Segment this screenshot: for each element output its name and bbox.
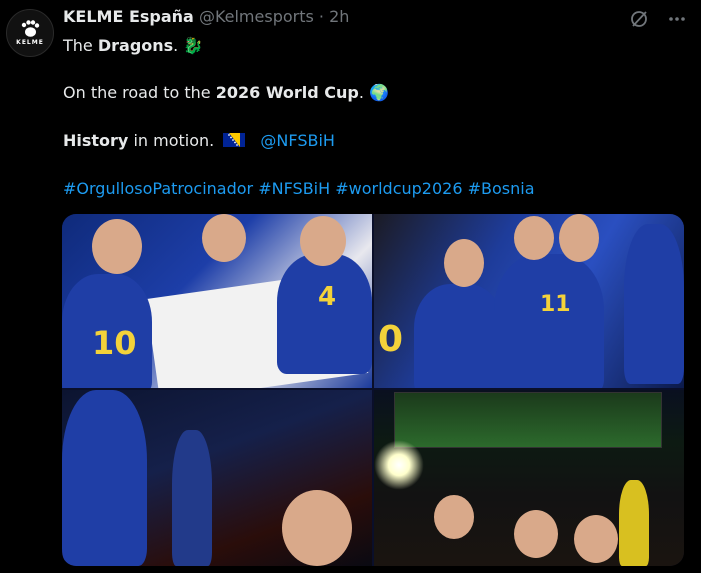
bosnia-flag-icon xyxy=(223,133,246,147)
hashtag-link[interactable]: #Bosnia xyxy=(468,179,535,198)
tweet-line-3: History in motion. @NFSBiH xyxy=(63,131,335,151)
tweet-line-2: On the road to the 2026 World Cup. 🌍 xyxy=(63,83,389,103)
photo-players-hugging[interactable]: 0 11 xyxy=(374,214,684,388)
tweet-header: KELME España @Kelmesports · 2h xyxy=(63,7,349,26)
grok-icon[interactable] xyxy=(629,9,649,29)
face-shape xyxy=(574,515,618,563)
face-shape xyxy=(202,214,246,262)
avatar[interactable]: KELME xyxy=(6,9,54,57)
jersey-shape xyxy=(494,254,604,388)
photo-player-shouting[interactable] xyxy=(62,390,372,566)
tweet-line-1: The Dragons. 🐉 xyxy=(63,36,203,56)
photo-team-celebration-stadium[interactable] xyxy=(374,390,684,566)
hashtag-link[interactable]: #worldcup2026 xyxy=(335,179,462,198)
jersey-shape xyxy=(619,480,649,566)
photo-players-celebrating-flag[interactable]: 10 4 xyxy=(62,214,372,388)
dragon-emoji-icon: 🐉 xyxy=(183,36,204,55)
jersey-shape xyxy=(624,224,684,384)
line1-text: The xyxy=(63,36,98,55)
globe-emoji-icon: 🌍 xyxy=(369,83,389,102)
face-shape xyxy=(434,495,474,539)
face-shape xyxy=(444,239,484,287)
face-shape xyxy=(514,510,558,558)
jersey-shape xyxy=(172,430,212,566)
face-shape xyxy=(559,214,599,262)
stadium-light xyxy=(374,440,424,490)
kelme-paw-icon xyxy=(21,20,40,37)
face-shape xyxy=(92,219,142,274)
line2-bold: 2026 World Cup xyxy=(215,83,359,102)
line1-post: . xyxy=(173,36,179,55)
jersey-shape xyxy=(277,254,372,374)
header-actions xyxy=(629,9,687,29)
shirt-number: 11 xyxy=(540,292,571,317)
author-handle[interactable]: @Kelmesports xyxy=(199,7,314,26)
hashtag-link[interactable]: #OrgullosoPatrocinador xyxy=(63,179,253,198)
timestamp[interactable]: 2h xyxy=(329,7,349,26)
line1-bold: Dragons xyxy=(97,36,174,55)
hashtag-link[interactable]: #NFSBiH xyxy=(258,179,330,198)
shirt-number: 4 xyxy=(318,282,337,312)
shirt-number: 0 xyxy=(378,319,404,360)
author-name[interactable]: KELME España xyxy=(63,7,194,26)
more-icon[interactable] xyxy=(667,9,687,29)
jersey-shape xyxy=(62,390,147,566)
shirt-number: 10 xyxy=(92,324,137,362)
line3-bold: History xyxy=(63,131,129,150)
media-grid: 10 4 0 11 xyxy=(62,214,684,566)
hashtags: #OrgullosoPatrocinador #NFSBiH #worldcup… xyxy=(63,179,535,199)
face-shape xyxy=(300,216,346,266)
separator: · xyxy=(318,7,325,26)
jersey-shape xyxy=(414,284,504,388)
mention-link[interactable]: @NFSBiH xyxy=(260,131,335,150)
face-shape xyxy=(282,490,352,566)
avatar-text: KELME xyxy=(16,39,44,46)
line3-text: in motion. xyxy=(128,131,215,150)
face-shape xyxy=(514,216,554,260)
line2-post: . xyxy=(358,83,364,102)
pitch-shape xyxy=(394,392,662,448)
line2-text: On the road to the xyxy=(63,83,216,102)
